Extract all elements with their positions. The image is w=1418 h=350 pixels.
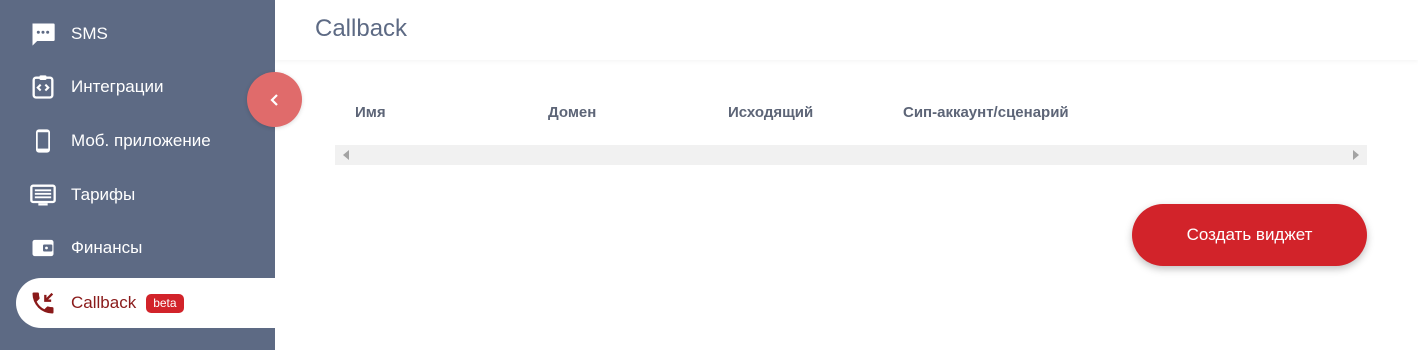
column-header-sip-account: Сип-аккаунт/сценарий: [903, 104, 1069, 121]
page-header: Callback: [275, 0, 1418, 60]
sidebar-item-label: Callback: [71, 293, 137, 312]
column-header-domain: Домен: [548, 104, 597, 121]
sidebar-item-tariffs[interactable]: Тарифы: [16, 170, 275, 220]
sms-icon: [28, 19, 58, 49]
horizontal-scrollbar[interactable]: [335, 145, 1367, 165]
sidebar-item-label: Финансы: [71, 238, 143, 257]
callback-phone-icon: [28, 288, 58, 318]
sidebar-item-callback[interactable]: Callback beta: [16, 278, 275, 328]
integration-icon: [28, 72, 58, 102]
table-header: Имя Домен Исходящий Сип-аккаунт/сценарий: [335, 104, 1367, 124]
page-title: Callback: [315, 15, 408, 42]
scroll-left-icon[interactable]: [343, 150, 349, 160]
mobile-phone-icon: [28, 126, 58, 156]
create-widget-button[interactable]: Создать виджет: [1132, 204, 1367, 266]
sidebar-item-sms[interactable]: SMS: [16, 9, 275, 59]
column-header-outgoing: Исходящий: [728, 104, 814, 121]
column-header-name: Имя: [355, 104, 386, 121]
chevron-left-icon: [269, 93, 278, 106]
sidebar-item-finance[interactable]: Финансы: [16, 223, 275, 273]
wallet-icon: [28, 233, 58, 263]
beta-badge: beta: [146, 293, 184, 313]
sidebar-item-label: Моб. приложение: [71, 131, 211, 150]
tariff-list-icon: [28, 180, 58, 210]
sidebar-item-label: SMS: [71, 24, 108, 43]
sidebar-item-integrations[interactable]: Интеграции: [16, 62, 275, 112]
sidebar-item-mobile-app[interactable]: Моб. приложение: [16, 116, 275, 166]
sidebar-item-label: Интеграции: [71, 77, 164, 96]
sidebar-item-label: Тарифы: [71, 185, 136, 204]
collapse-sidebar-button[interactable]: [247, 72, 302, 127]
scroll-right-icon[interactable]: [1353, 150, 1359, 160]
sidebar: SMS Интеграции Моб. приложение Тарифы Фи…: [0, 0, 275, 350]
